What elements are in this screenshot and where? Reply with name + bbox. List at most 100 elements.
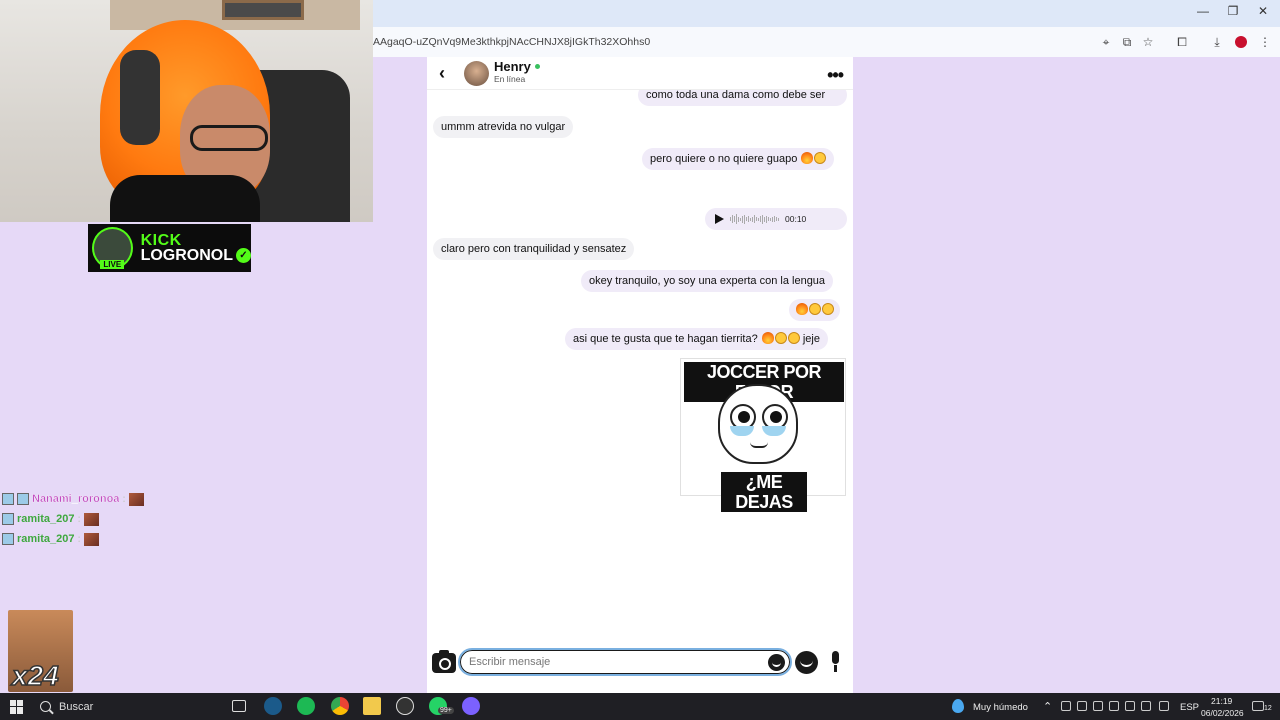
volume-icon[interactable] — [1141, 701, 1151, 711]
location-icon[interactable]: ⌖ — [1098, 34, 1114, 50]
message-text: como toda una dama como debe ser — [646, 89, 826, 101]
chrome-icon[interactable] — [331, 697, 349, 715]
discord-icon[interactable] — [462, 697, 480, 715]
pen-icon[interactable] — [1159, 701, 1169, 711]
message-text: claro pero con tranquilidad y sensatez — [441, 243, 627, 255]
microphone-tray-icon[interactable] — [1093, 701, 1103, 711]
network-icon[interactable] — [1109, 701, 1119, 711]
stream-chat-separator: : — [77, 533, 81, 545]
windows-taskbar: Buscar — [0, 693, 1280, 720]
emote-icon — [83, 532, 99, 546]
stream-chat-row: ramita_207 : — [2, 509, 162, 529]
windows-start-icon[interactable] — [10, 699, 24, 714]
chat-header: ‹ Henry En línea ••• — [427, 57, 853, 90]
stream-chat-row: ramita_207 : — [2, 529, 162, 549]
obs-icon[interactable] — [396, 697, 414, 715]
url-text[interactable]: AAgaqO-uZQnVq9Me3kthkpjNAcCHNJX8jIGkTh32… — [373, 36, 650, 48]
steam-icon[interactable] — [264, 697, 282, 715]
close-window-button[interactable]: ✕ — [1253, 4, 1273, 18]
taskbar-search[interactable]: Buscar — [40, 693, 220, 720]
play-icon[interactable] — [715, 214, 724, 224]
message-composer — [427, 645, 853, 693]
message-list[interactable]: como toda una dama como debe ser ummm at… — [427, 84, 853, 645]
waveform-bar — [744, 214, 745, 224]
user-badge-icon — [2, 533, 14, 545]
meme-bottom-text: ¿ME DEJAS — [721, 472, 807, 512]
kick-text-block: KICK LOGRONOL ✓ — [140, 233, 251, 264]
waveform-bar — [764, 216, 765, 222]
sticker-icon[interactable] — [795, 651, 818, 674]
waveform-bar — [738, 216, 739, 222]
profile-icon[interactable] — [1233, 34, 1249, 50]
kick-avatar: LIVE — [92, 227, 133, 269]
browser-menu-icon[interactable]: ⋮ — [1257, 34, 1273, 50]
extensions-icon[interactable]: ⧠ — [1174, 34, 1190, 50]
bookmark-star-icon[interactable]: ☆ — [1140, 34, 1156, 50]
tongue-emoji-icon — [822, 303, 834, 315]
waveform-bar — [776, 217, 777, 221]
file-explorer-icon[interactable] — [363, 697, 381, 715]
weather-icon — [952, 699, 964, 713]
task-view-icon[interactable] — [232, 700, 246, 712]
kick-live-label: LIVE — [100, 260, 125, 269]
contact-info[interactable]: Henry En línea — [494, 59, 540, 85]
waveform-bar — [766, 215, 767, 223]
waveform-bar — [736, 214, 737, 224]
contact-avatar[interactable] — [464, 60, 489, 86]
contact-name: Henry — [494, 59, 531, 74]
search-icon — [40, 701, 51, 712]
tray-app-icon[interactable] — [1125, 701, 1135, 711]
waveform-bar — [750, 217, 751, 221]
emoji-picker-icon[interactable] — [768, 654, 785, 671]
verified-icon: ✓ — [236, 248, 251, 263]
waveform-bar — [740, 217, 741, 221]
subscriber-badge-icon — [2, 493, 14, 505]
gift-badge-icon — [17, 493, 29, 505]
message-bubble-incoming: ummm atrevida no vulgar — [433, 116, 574, 138]
notification-count: 12 — [1264, 705, 1272, 712]
stream-chat-username: ramita_207 — [17, 533, 75, 545]
install-app-icon[interactable]: ⧉ — [1119, 34, 1135, 50]
kick-name-text: LOGRONOL — [140, 247, 233, 264]
downloads-icon[interactable]: ⤓ — [1209, 34, 1225, 50]
spotify-icon[interactable] — [297, 697, 315, 715]
microphone-icon[interactable] — [829, 651, 842, 673]
tray-chevron-icon[interactable]: ⌃ — [1043, 700, 1052, 713]
message-bubble-outgoing — [789, 299, 840, 321]
stream-chat-overlay: Nanami_roronoa : ramita_207 : ramita_207… — [2, 489, 162, 549]
message-input[interactable] — [458, 648, 792, 676]
fire-emoji-icon — [761, 332, 774, 344]
please-face-icon — [718, 384, 798, 464]
minimize-button[interactable]: — — [1193, 4, 1213, 18]
waveform-bar — [754, 215, 755, 223]
weather-label[interactable]: Muy húmedo — [973, 702, 1028, 713]
notifications-icon[interactable] — [1252, 701, 1264, 711]
camera-icon[interactable] — [432, 650, 456, 673]
clock-date[interactable]: 06/02/2026 — [1201, 708, 1244, 718]
clock-time[interactable]: 21:19 — [1211, 696, 1232, 706]
waveform-bar — [742, 215, 743, 223]
message-text: ummm atrevida no vulgar — [441, 121, 566, 133]
language-indicator[interactable]: ESP — [1180, 702, 1199, 713]
onedrive-icon[interactable] — [1061, 701, 1071, 711]
emote-combo-count: x24 — [11, 659, 59, 692]
stream-chat-row: Nanami_roronoa : — [2, 489, 162, 509]
message-bubble-outgoing: okey tranquilo, yo soy una experta con l… — [581, 270, 834, 292]
online-dot-icon — [534, 64, 540, 70]
waveform-bar — [772, 216, 773, 222]
meme-right-tear — [762, 426, 786, 436]
voice-message: 00:10 — [705, 208, 847, 230]
waveform-bar — [732, 215, 733, 223]
waveform-bar — [774, 216, 775, 222]
back-arrow-icon[interactable]: ‹ — [439, 63, 459, 83]
webcam-glasses — [190, 125, 268, 151]
restore-button[interactable]: ❐ — [1223, 4, 1243, 18]
more-options-icon[interactable]: ••• — [827, 65, 844, 86]
whatsapp-badge: 99+ — [438, 707, 454, 714]
waveform-bar — [746, 217, 747, 221]
message-suffix: jeje — [802, 333, 820, 345]
meme-image[interactable]: JOCCER POR FAVOR ¿ME DEJAS — [680, 358, 846, 512]
webcam-picture-frame — [222, 0, 304, 20]
meme-mouth — [750, 442, 768, 448]
tray-app-icon[interactable] — [1077, 701, 1087, 711]
